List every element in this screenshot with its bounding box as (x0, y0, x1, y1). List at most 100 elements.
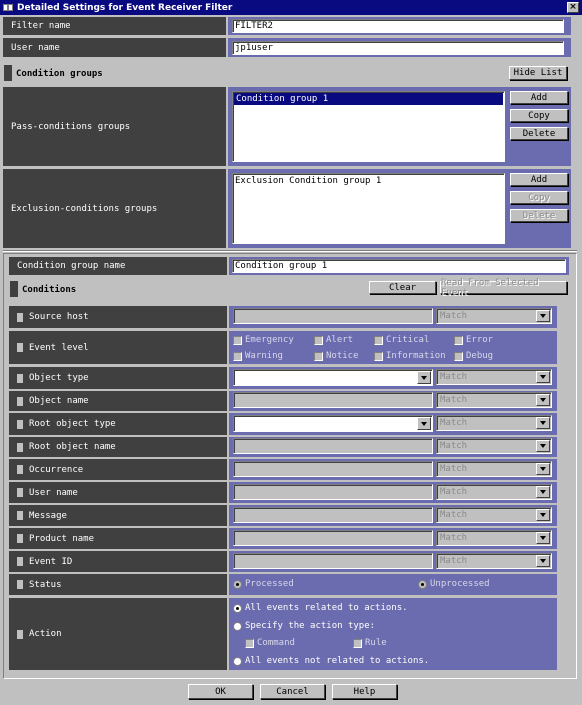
close-icon[interactable]: × (567, 2, 579, 13)
section-marker (4, 65, 12, 81)
event-level-label: Event level (29, 342, 89, 353)
checkbox[interactable] (17, 465, 23, 474)
user-name-label: User name (3, 38, 226, 57)
app-icon (3, 3, 15, 12)
pass-add-button[interactable]: Add (510, 91, 568, 104)
ok-button[interactable]: OK (188, 684, 253, 699)
pass-groups-label: Pass-conditions groups (3, 87, 226, 166)
level-emergency[interactable]: Emergency (233, 335, 294, 345)
exclusion-groups-list[interactable]: Exclusion Condition group 1 (232, 173, 505, 244)
object-name-match-select[interactable]: Match (436, 392, 552, 408)
event-id-input[interactable] (233, 553, 433, 569)
exclusion-delete-button[interactable]: Delete (510, 209, 568, 222)
help-button[interactable]: Help (332, 684, 397, 699)
status-processed-radio[interactable]: Processed (233, 579, 294, 589)
action-specify-radio[interactable]: Specify the action type: (233, 621, 375, 631)
cond-user-name-input[interactable] (233, 484, 433, 500)
product-name-row: Product name (9, 528, 227, 549)
root-object-type-match-select[interactable]: Match (436, 415, 552, 431)
status-row: Status (9, 574, 227, 595)
status-label: Status (29, 579, 62, 590)
cond-user-name-match-select[interactable]: Match (436, 484, 552, 500)
occurrence-label: Occurrence (29, 464, 84, 475)
message-input[interactable] (233, 507, 433, 523)
object-type-match-select[interactable]: Match (436, 369, 552, 385)
checkbox[interactable] (17, 580, 23, 589)
condition-groups-heading: Condition groups (16, 69, 103, 79)
divider (3, 250, 577, 252)
exclusion-groups-label: Exclusion-conditions groups (3, 169, 226, 248)
checkbox[interactable] (17, 511, 23, 520)
action-command-checkbox[interactable]: Command (245, 638, 295, 648)
list-item[interactable]: Exclusion Condition group 1 (233, 174, 504, 186)
message-match-select[interactable]: Match (436, 507, 552, 523)
exclusion-copy-button[interactable]: Copy (510, 191, 568, 204)
event-id-label: Event ID (29, 556, 73, 567)
checkbox[interactable] (17, 396, 23, 406)
checkbox[interactable] (17, 534, 23, 543)
object-type-row: Object type (9, 367, 227, 389)
occurrence-row: Occurrence (9, 459, 227, 480)
hide-list-button[interactable]: Hide List (509, 66, 567, 80)
checkbox[interactable] (17, 442, 23, 452)
occurrence-match-select[interactable]: Match (436, 461, 552, 477)
root-object-name-match-select[interactable]: Match (436, 438, 552, 454)
root-object-type-label: Root object type (29, 419, 116, 429)
event-id-match-select[interactable]: Match (436, 553, 552, 569)
level-error[interactable]: Error (454, 335, 493, 345)
group-name-input[interactable]: Condition group 1 (232, 259, 566, 273)
conditions-heading: Conditions (22, 285, 77, 295)
event-level-row: Event level (9, 331, 227, 364)
filter-name-input[interactable]: FILTER2 (232, 19, 564, 33)
object-type-label: Object type (29, 373, 89, 383)
action-row: Action (9, 598, 227, 670)
pass-delete-button[interactable]: Delete (510, 127, 568, 140)
action-all-related-radio[interactable]: All events related to actions. (233, 603, 408, 613)
cancel-button[interactable]: Cancel (260, 684, 325, 699)
pass-groups-list[interactable]: Condition group 1 (232, 91, 505, 162)
checkbox[interactable] (17, 373, 23, 383)
event-id-row: Event ID (9, 551, 227, 572)
checkbox[interactable] (17, 629, 23, 639)
checkbox[interactable] (17, 312, 23, 322)
root-object-name-input[interactable] (233, 438, 433, 454)
product-name-match-select[interactable]: Match (436, 530, 552, 546)
checkbox[interactable] (17, 419, 23, 429)
object-name-input[interactable] (233, 392, 433, 408)
action-rule-checkbox[interactable]: Rule (353, 638, 387, 648)
occurrence-input[interactable] (233, 461, 433, 477)
exclusion-add-button[interactable]: Add (510, 173, 568, 186)
level-information[interactable]: Information (374, 351, 446, 361)
level-warning[interactable]: Warning (233, 351, 283, 361)
checkbox[interactable] (17, 557, 23, 566)
level-debug[interactable]: Debug (454, 351, 493, 361)
user-name-input[interactable]: jp1user (232, 41, 564, 55)
checkbox[interactable] (17, 343, 23, 352)
status-unprocessed-radio[interactable]: Unprocessed (418, 579, 490, 589)
root-object-type-select[interactable] (233, 415, 433, 432)
filter-name-label: Filter name (3, 17, 226, 35)
pass-copy-button[interactable]: Copy (510, 109, 568, 122)
level-notice[interactable]: Notice (314, 351, 359, 361)
list-item[interactable]: Condition group 1 (234, 93, 503, 105)
level-alert[interactable]: Alert (314, 335, 353, 345)
action-not-related-radio[interactable]: All events not related to actions. (233, 656, 429, 666)
source-host-match-select[interactable]: Match (436, 308, 552, 324)
read-from-selected-event-button[interactable]: Read From Selected Event (440, 278, 567, 298)
product-name-label: Product name (29, 533, 95, 544)
root-object-name-row: Root object name (9, 437, 227, 457)
source-host-row: Source host (9, 306, 227, 328)
clear-button[interactable]: Clear (369, 281, 436, 294)
root-object-type-row: Root object type (9, 413, 227, 435)
cond-user-name-label: User name (29, 487, 78, 498)
message-label: Message (29, 510, 67, 521)
source-host-label: Source host (29, 312, 89, 322)
product-name-input[interactable] (233, 530, 433, 546)
checkbox[interactable] (17, 488, 23, 497)
window-title: Detailed Settings for Event Receiver Fil… (17, 2, 233, 13)
level-critical[interactable]: Critical (374, 335, 429, 345)
object-name-label: Object name (29, 396, 89, 406)
object-type-select[interactable] (233, 369, 433, 386)
source-host-input[interactable] (233, 308, 433, 324)
group-name-label: Condition group name (9, 257, 227, 275)
